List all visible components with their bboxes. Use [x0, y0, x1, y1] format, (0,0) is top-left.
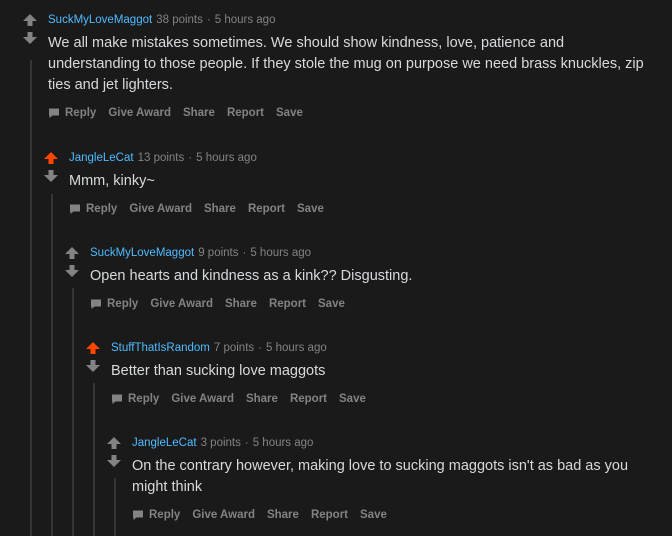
- upvote-arrow-icon[interactable]: [106, 436, 124, 450]
- comment-actions: Reply Give Award Share Report Save: [69, 201, 662, 217]
- comment-points: 3 points: [200, 437, 241, 449]
- upvote-arrow-icon[interactable]: [85, 341, 103, 355]
- downvote-arrow-icon[interactable]: [43, 169, 61, 183]
- reply-button[interactable]: Reply: [90, 298, 138, 310]
- comment-points: 38 points: [156, 14, 203, 26]
- comment-meta: SuckMyLoveMaggot 9 points · 5 hours ago: [90, 247, 312, 259]
- share-button[interactable]: Share: [267, 509, 299, 521]
- share-button[interactable]: Share: [204, 203, 236, 215]
- comment-author[interactable]: SuckMyLoveMaggot: [90, 247, 194, 259]
- downvote-arrow-icon[interactable]: [22, 31, 40, 45]
- thread-line[interactable]: [30, 60, 32, 536]
- comment-author[interactable]: SuckMyLoveMaggot: [48, 14, 152, 26]
- upvote-arrow-icon[interactable]: [22, 13, 40, 27]
- comment-actions: Reply Give Award Share Report Save: [111, 391, 662, 407]
- downvote-arrow-icon[interactable]: [64, 264, 82, 278]
- reply-button[interactable]: Reply: [132, 509, 180, 521]
- reply-button[interactable]: Reply: [48, 107, 96, 119]
- save-button[interactable]: Save: [339, 393, 366, 405]
- reply-label: Reply: [65, 107, 97, 119]
- comment-time[interactable]: 5 hours ago: [215, 14, 276, 26]
- comment-actions: Reply Give Award Share Report Save: [48, 105, 662, 121]
- give-award-button[interactable]: Give Award: [171, 393, 234, 405]
- comment-body: SuckMyLoveMaggot 38 points · 5 hours ago We…: [48, 13, 662, 121]
- vote-column: [85, 341, 103, 373]
- comment-time[interactable]: 5 hours ago: [253, 437, 314, 449]
- comment-text: Better than sucking love maggots: [111, 363, 326, 379]
- give-award-button[interactable]: Give Award: [129, 203, 192, 215]
- reply-button[interactable]: Reply: [69, 203, 117, 215]
- comment-author[interactable]: JangleLeCat: [132, 437, 197, 449]
- comment-points: 9 points: [198, 247, 239, 259]
- give-award-button[interactable]: Give Award: [192, 509, 255, 521]
- vote-column: [64, 246, 82, 278]
- report-button[interactable]: Report: [311, 509, 348, 521]
- thread-line[interactable]: [72, 288, 74, 536]
- comment-time[interactable]: 5 hours ago: [250, 247, 311, 259]
- save-button[interactable]: Save: [297, 203, 324, 215]
- speech-bubble-icon: [132, 509, 144, 521]
- save-button[interactable]: Save: [318, 298, 345, 310]
- reply-label: Reply: [149, 509, 181, 521]
- reply-label: Reply: [107, 298, 139, 310]
- reply-button[interactable]: Reply: [111, 393, 159, 405]
- give-award-button[interactable]: Give Award: [108, 107, 171, 119]
- thread-line[interactable]: [51, 194, 53, 536]
- save-button[interactable]: Save: [276, 107, 303, 119]
- thread-line[interactable]: [93, 383, 95, 536]
- downvote-arrow-icon[interactable]: [85, 359, 103, 373]
- comment-text: Open hearts and kindness as a kink?? Dis…: [90, 268, 413, 284]
- comment-text: We all make mistakes sometimes. We shoul…: [48, 35, 644, 93]
- comment-text: Mmm, kinky~: [69, 173, 155, 189]
- vote-column: [43, 151, 61, 183]
- report-button[interactable]: Report: [248, 203, 285, 215]
- comment-time[interactable]: 5 hours ago: [266, 342, 327, 354]
- comment-meta: JangleLeCat 13 points · 5 hours ago: [69, 152, 257, 164]
- reply-label: Reply: [128, 393, 160, 405]
- comment-text: On the contrary however, making love to …: [132, 458, 629, 495]
- comment-author[interactable]: JangleLeCat: [69, 152, 134, 164]
- comment-meta: SuckMyLoveMaggot 38 points · 5 hours ago: [48, 14, 276, 26]
- comment-body: StuffThatIsRandom 7 points · 5 hours ago Be…: [111, 341, 662, 407]
- downvote-arrow-icon[interactable]: [106, 454, 124, 468]
- share-button[interactable]: Share: [225, 298, 257, 310]
- comment-body: JangleLeCat 3 points · 5 hours ago On the c…: [132, 436, 662, 523]
- thread-line[interactable]: [114, 478, 116, 536]
- comment-meta: StuffThatIsRandom 7 points · 5 hours ago: [111, 342, 327, 354]
- speech-bubble-icon: [90, 298, 102, 310]
- give-award-button[interactable]: Give Award: [150, 298, 213, 310]
- vote-column: [106, 436, 124, 468]
- comment-actions: Reply Give Award Share Report Save: [90, 296, 662, 312]
- share-button[interactable]: Share: [246, 393, 278, 405]
- comment-body: JangleLeCat 13 points · 5 hours ago Mmm, ki…: [69, 151, 662, 217]
- vote-column: [22, 13, 40, 45]
- comment-actions: Reply Give Award Share Report Save: [132, 507, 662, 523]
- comment-thread: SuckMyLoveMaggot 38 points · 5 hours ago We…: [0, 0, 672, 536]
- comment-author[interactable]: StuffThatIsRandom: [111, 342, 210, 354]
- speech-bubble-icon: [111, 393, 123, 405]
- report-button[interactable]: Report: [269, 298, 306, 310]
- comment-points: 13 points: [137, 152, 185, 164]
- report-button[interactable]: Report: [227, 107, 264, 119]
- speech-bubble-icon: [69, 203, 81, 215]
- upvote-arrow-icon[interactable]: [64, 246, 82, 260]
- upvote-arrow-icon[interactable]: [43, 151, 61, 165]
- comment-points: 7 points: [213, 342, 255, 354]
- comment-time[interactable]: 5 hours ago: [196, 152, 257, 164]
- comment-body: SuckMyLoveMaggot 9 points · 5 hours ago Ope…: [90, 246, 662, 312]
- share-button[interactable]: Share: [183, 107, 215, 119]
- speech-bubble-icon: [48, 107, 60, 119]
- comment-meta: JangleLeCat 3 points · 5 hours ago: [132, 437, 314, 449]
- report-button[interactable]: Report: [290, 393, 327, 405]
- reply-label: Reply: [86, 203, 118, 215]
- save-button[interactable]: Save: [360, 509, 387, 521]
